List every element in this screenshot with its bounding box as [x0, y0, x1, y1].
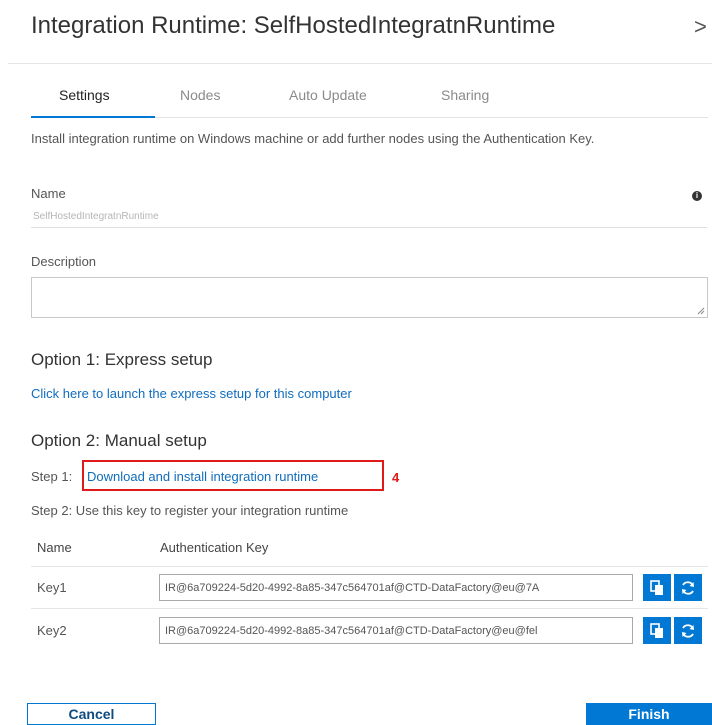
table-header-divider: [31, 566, 708, 567]
key1-label: Key1: [37, 580, 67, 595]
title-divider: [8, 63, 712, 64]
express-setup-link[interactable]: Click here to launch the express setup f…: [31, 386, 352, 401]
step1-label: Step 1:: [31, 469, 73, 484]
description-label: Description: [31, 254, 97, 269]
info-icon[interactable]: i: [692, 191, 702, 201]
resize-grip-icon[interactable]: [697, 307, 705, 315]
step2-text: Step 2: Use this key to register your in…: [31, 503, 349, 518]
table-row-divider: [31, 608, 708, 609]
close-icon[interactable]: >: [694, 14, 707, 40]
description-field[interactable]: [31, 277, 708, 318]
name-field[interactable]: [31, 205, 707, 228]
column-header-auth-key: Authentication Key: [160, 540, 269, 555]
annotation-number: 4: [392, 470, 400, 485]
key2-label: Key2: [37, 623, 67, 638]
cancel-button[interactable]: Cancel: [27, 703, 156, 725]
key1-field[interactable]: [159, 574, 633, 601]
tab-auto-update[interactable]: Auto Update: [289, 87, 367, 103]
regenerate-key1-button[interactable]: [674, 574, 702, 601]
column-header-name: Name: [37, 540, 72, 555]
copy-key2-button[interactable]: [643, 617, 671, 644]
refresh-icon: [682, 580, 694, 595]
key2-field[interactable]: [159, 617, 633, 644]
tab-settings[interactable]: Settings: [59, 87, 110, 103]
copy-key1-button[interactable]: [643, 574, 671, 601]
finish-button[interactable]: Finish: [586, 703, 712, 725]
name-label: Name: [31, 186, 66, 201]
dialog-title: Integration Runtime: SelfHostedIntegratn…: [31, 12, 556, 39]
option2-heading: Option 2: Manual setup: [31, 431, 207, 450]
regenerate-key2-button[interactable]: [674, 617, 702, 644]
intro-text: Install integration runtime on Windows m…: [31, 131, 595, 146]
tab-sharing[interactable]: Sharing: [441, 87, 489, 103]
tab-nodes[interactable]: Nodes: [180, 87, 220, 103]
refresh-icon: [682, 623, 694, 638]
option1-heading: Option 1: Express setup: [31, 350, 213, 369]
annotation-highlight-box: [82, 460, 384, 491]
active-tab-indicator: [31, 116, 155, 118]
copy-icon: [650, 579, 663, 595]
copy-icon: [650, 622, 663, 638]
